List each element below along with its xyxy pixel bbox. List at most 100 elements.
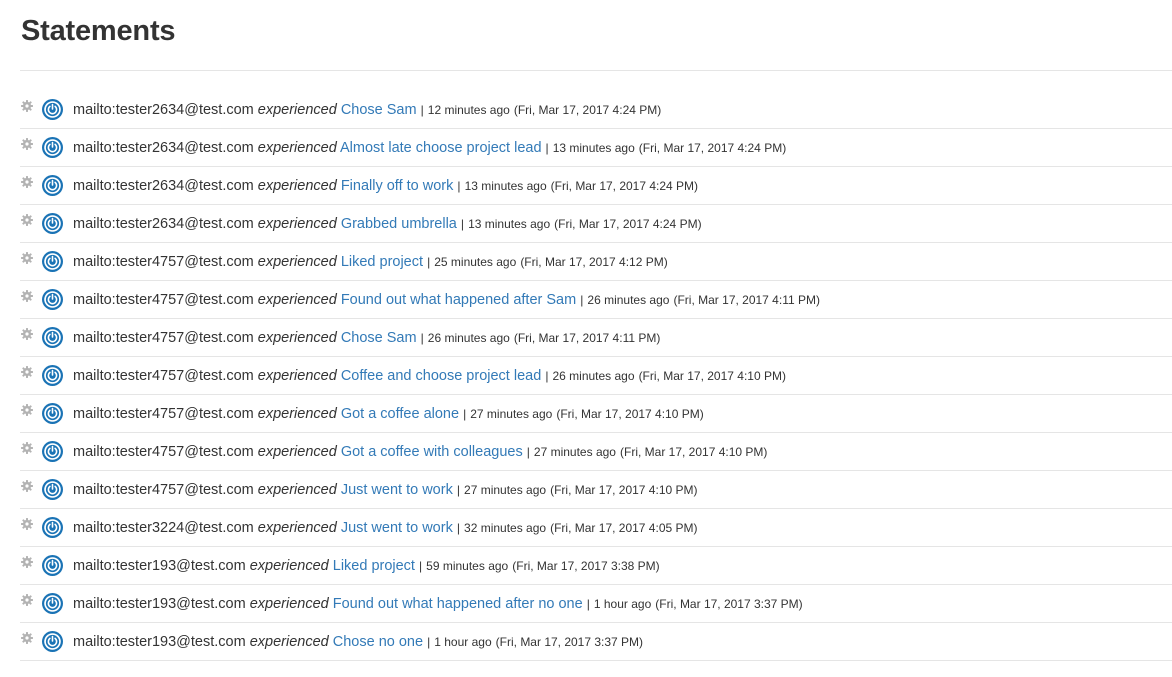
timestamp: (Fri, Mar 17, 2017 4:10 PM): [556, 407, 704, 421]
meta-separator: |: [580, 293, 584, 307]
meta-separator: |: [419, 559, 423, 573]
meta-separator: |: [456, 521, 460, 535]
gear-icon[interactable]: [21, 365, 33, 378]
activity-link[interactable]: Coffee and choose project lead: [341, 368, 541, 384]
verb: experienced: [257, 216, 337, 232]
statement-row: mailto:tester2634@test.com experienced A…: [20, 129, 1172, 167]
power-icon: [42, 251, 63, 272]
relative-time: 1 hour ago: [434, 635, 492, 649]
activity-link[interactable]: Grabbed umbrella: [341, 216, 457, 232]
relative-time: 25 minutes ago: [434, 255, 517, 269]
actor-mailto: mailto:tester2634@test.com: [73, 178, 254, 194]
statement-row: mailto:tester4757@test.com experienced C…: [20, 319, 1172, 357]
statement-row: mailto:tester4757@test.com experienced F…: [20, 281, 1172, 319]
meta-separator: |: [456, 483, 460, 497]
relative-time: 12 minutes ago: [427, 103, 510, 117]
gear-icon[interactable]: [21, 441, 33, 454]
actor-mailto: mailto:tester4757@test.com: [73, 368, 254, 384]
gear-icon[interactable]: [21, 555, 33, 568]
statement-text: mailto:tester4757@test.com experienced C…: [73, 319, 660, 356]
gear-icon[interactable]: [21, 175, 33, 188]
statement-text: mailto:tester193@test.com experienced Li…: [73, 547, 660, 584]
gear-icon[interactable]: [21, 327, 33, 340]
timestamp: (Fri, Mar 17, 2017 3:37 PM): [655, 597, 803, 611]
actor-mailto: mailto:tester2634@test.com: [73, 140, 254, 156]
actor-mailto: mailto:tester4757@test.com: [73, 482, 254, 498]
power-icon: [42, 593, 63, 614]
activity-link[interactable]: Finally off to work: [341, 178, 454, 194]
gear-icon[interactable]: [21, 251, 33, 264]
gear-icon[interactable]: [21, 593, 33, 606]
activity-link[interactable]: Just went to work: [341, 482, 453, 498]
relative-time: 27 minutes ago: [533, 445, 616, 459]
relative-time: 26 minutes ago: [427, 331, 510, 345]
gear-icon[interactable]: [21, 403, 33, 416]
verb: experienced: [257, 140, 337, 156]
gear-icon[interactable]: [21, 137, 33, 150]
relative-time: 26 minutes ago: [552, 369, 635, 383]
gear-icon[interactable]: [21, 479, 33, 492]
power-icon: [42, 327, 63, 348]
timestamp: (Fri, Mar 17, 2017 3:38 PM): [512, 559, 660, 573]
statement-row: mailto:tester2634@test.com experienced G…: [20, 205, 1172, 243]
power-icon: [42, 289, 63, 310]
verb: experienced: [257, 254, 337, 270]
statement-text: mailto:tester2634@test.com experienced G…: [73, 205, 702, 242]
actor-mailto: mailto:tester193@test.com: [73, 596, 246, 612]
activity-link[interactable]: Found out what happened after no one: [333, 596, 583, 612]
statement-row: mailto:tester4757@test.com experienced J…: [20, 471, 1172, 509]
verb: experienced: [257, 444, 337, 460]
verb: experienced: [257, 102, 337, 118]
activity-link[interactable]: Almost late choose project lead: [340, 140, 542, 156]
meta-separator: |: [427, 635, 431, 649]
actor-mailto: mailto:tester193@test.com: [73, 558, 246, 574]
meta-separator: |: [463, 407, 467, 421]
gear-icon[interactable]: [21, 99, 33, 112]
activity-link[interactable]: Just went to work: [341, 520, 453, 536]
verb: experienced: [257, 178, 337, 194]
statement-text: mailto:tester4757@test.com experienced F…: [73, 281, 820, 318]
power-icon: [42, 175, 63, 196]
gear-icon[interactable]: [21, 213, 33, 226]
timestamp: (Fri, Mar 17, 2017 4:11 PM): [673, 293, 820, 307]
activity-link[interactable]: Got a coffee with colleagues: [341, 444, 523, 460]
statement-text: mailto:tester2634@test.com experienced F…: [73, 167, 698, 204]
statement-text: mailto:tester3224@test.com experienced J…: [73, 509, 698, 546]
statement-text: mailto:tester193@test.com experienced Ch…: [73, 623, 643, 660]
activity-link[interactable]: Chose no one: [333, 634, 423, 650]
statements-page: Statements mailto:tester2634@test.com ex…: [0, 0, 1172, 677]
activity-link[interactable]: Liked project: [333, 558, 415, 574]
power-icon: [42, 403, 63, 424]
gear-icon[interactable]: [21, 631, 33, 644]
activity-link[interactable]: Chose Sam: [341, 102, 417, 118]
power-icon: [42, 479, 63, 500]
verb: experienced: [257, 292, 337, 308]
meta-separator: |: [427, 255, 431, 269]
gear-icon[interactable]: [21, 517, 33, 530]
timestamp: (Fri, Mar 17, 2017 4:10 PM): [638, 369, 786, 383]
timestamp: (Fri, Mar 17, 2017 4:11 PM): [513, 331, 661, 345]
timestamp: (Fri, Mar 17, 2017 4:12 PM): [520, 255, 668, 269]
activity-link[interactable]: Liked project: [341, 254, 423, 270]
activity-link[interactable]: Got a coffee alone: [341, 406, 459, 422]
relative-time: 27 minutes ago: [464, 483, 547, 497]
statement-text: mailto:tester193@test.com experienced Fo…: [73, 585, 803, 622]
verb: experienced: [249, 634, 329, 650]
timestamp: (Fri, Mar 17, 2017 4:10 PM): [550, 483, 698, 497]
statement-text: mailto:tester2634@test.com experienced C…: [73, 91, 661, 128]
power-icon: [42, 213, 63, 234]
power-icon: [42, 631, 63, 652]
statements-list: mailto:tester2634@test.com experienced C…: [20, 91, 1172, 661]
page-title: Statements: [21, 15, 176, 47]
power-icon: [42, 555, 63, 576]
statement-row: mailto:tester4757@test.com experienced L…: [20, 243, 1172, 281]
activity-link[interactable]: Found out what happened after Sam: [341, 292, 576, 308]
relative-time: 32 minutes ago: [464, 521, 547, 535]
activity-link[interactable]: Chose Sam: [341, 330, 417, 346]
relative-time: 1 hour ago: [593, 597, 652, 611]
power-icon: [42, 441, 63, 462]
statement-text: mailto:tester2634@test.com experienced A…: [73, 129, 786, 166]
gear-icon[interactable]: [21, 289, 33, 302]
statement-row: mailto:tester2634@test.com experienced F…: [20, 167, 1172, 205]
meta-separator: |: [545, 141, 549, 155]
